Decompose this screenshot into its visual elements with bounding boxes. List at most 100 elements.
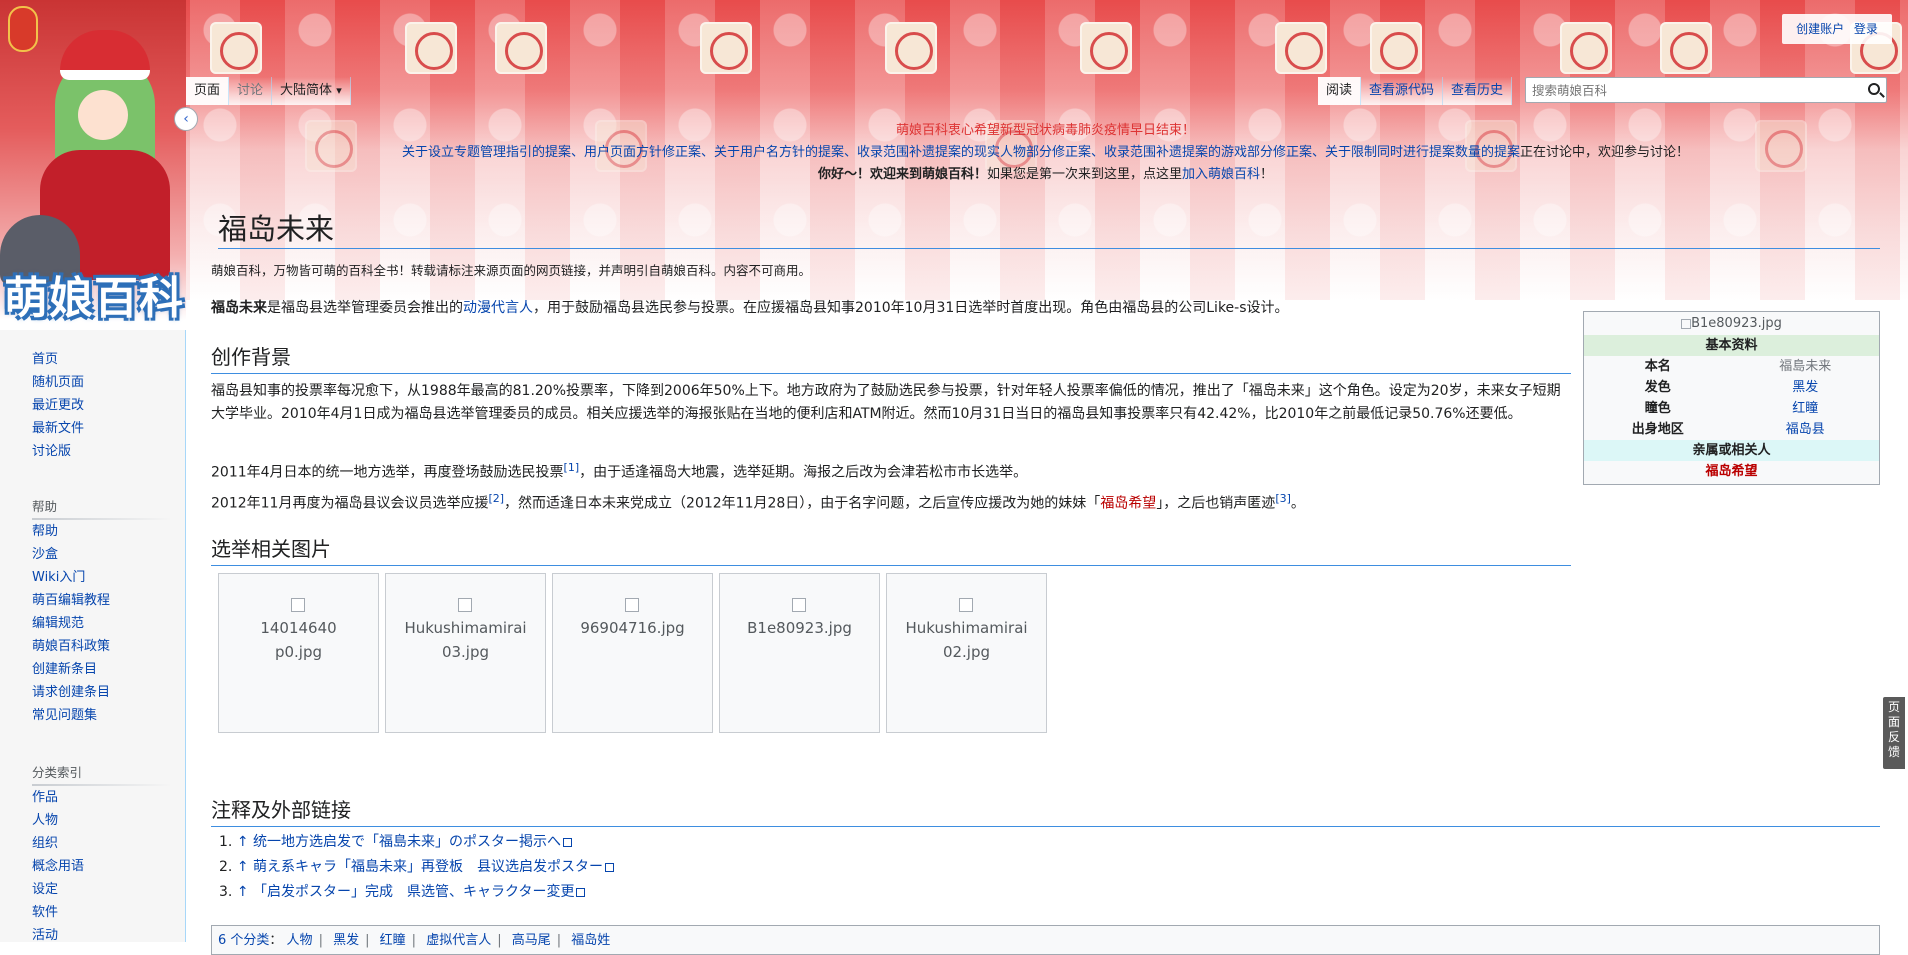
tab-label[interactable]: 查看源代码 xyxy=(1369,83,1434,98)
infobox-value-link[interactable]: 福岛县 xyxy=(1786,422,1825,437)
tab-read[interactable]: 阅读 xyxy=(1318,77,1362,105)
ref-backlink[interactable]: ↑ xyxy=(237,834,249,850)
login-link[interactable]: 登录 xyxy=(1854,22,1878,36)
sidebar-item[interactable]: 最新文件 xyxy=(32,417,186,440)
category-link[interactable]: 高马尾 xyxy=(512,933,551,948)
join-link[interactable]: 加入萌娘百科 xyxy=(1182,167,1260,182)
ref-marker[interactable]: [1] xyxy=(564,461,580,474)
external-link[interactable]: 「启发ポスター」完成 県选管、キャラクター変更 xyxy=(253,884,574,900)
sidebar-item[interactable]: 萌百编辑教程 xyxy=(32,589,186,612)
category-link[interactable]: 黑发 xyxy=(333,933,359,948)
gallery-item[interactable]: Hukushimamirai 02.jpg xyxy=(886,573,1047,733)
category-link[interactable]: 福岛姓 xyxy=(571,933,610,948)
gallery-item[interactable]: Hukushimamirai 03.jpg xyxy=(385,573,546,733)
sidebar-link-random[interactable]: 随机页面 xyxy=(32,375,84,390)
infobox-image[interactable]: B1e80923.jpg xyxy=(1584,312,1879,335)
tab-history[interactable]: 查看历史 xyxy=(1443,77,1513,105)
redlink[interactable]: 福岛希望 xyxy=(1100,496,1156,512)
tab-talk[interactable]: 讨论 xyxy=(229,77,273,105)
category-link[interactable]: 红瞳 xyxy=(380,933,406,948)
create-account-link[interactable]: 创建账户 xyxy=(1796,22,1844,36)
search-box[interactable] xyxy=(1525,77,1887,103)
variant-dropdown[interactable]: 大陆简体 ▾ xyxy=(272,77,351,105)
infobox-relative-link[interactable]: 福岛希望 xyxy=(1584,461,1879,482)
intro-link[interactable]: 动漫代言人 xyxy=(463,300,533,316)
ref-link[interactable]: [3] xyxy=(1275,492,1291,505)
sidebar-link-help[interactable]: 帮助 xyxy=(32,524,58,539)
sidebar-item[interactable]: 软件 xyxy=(32,901,186,924)
sidebar-link-terms[interactable]: 概念用语 xyxy=(32,859,84,874)
site-logo[interactable]: 萌娘百科 xyxy=(0,0,186,324)
sidebar-item[interactable]: 作品 xyxy=(32,786,186,809)
sidebar-link-sandbox[interactable]: 沙盒 xyxy=(32,547,58,562)
sidebar-link-events[interactable]: 活动 xyxy=(32,928,58,943)
tab-page[interactable]: 页面 xyxy=(186,77,230,105)
sidebar-link-recent-changes[interactable]: 最近更改 xyxy=(32,398,84,413)
sidebar-link-forum[interactable]: 讨论版 xyxy=(32,444,71,459)
sidebar-link-create-article[interactable]: 创建新条目 xyxy=(32,662,97,677)
sidebar-link-organizations[interactable]: 组织 xyxy=(32,836,58,851)
ref-link[interactable]: [2] xyxy=(488,492,504,505)
sidebar-link-home[interactable]: 首页 xyxy=(32,352,58,367)
sidebar-link-wiki-intro[interactable]: Wiki入门 xyxy=(32,570,85,585)
gallery-item[interactable]: 14014640 p0.jpg xyxy=(218,573,379,733)
tab-view-source[interactable]: 查看源代码 xyxy=(1361,77,1444,105)
infobox-value-link[interactable]: 黑发 xyxy=(1792,380,1818,395)
sidebar-item[interactable]: 活动 xyxy=(32,924,186,947)
tab-label[interactable]: 查看历史 xyxy=(1451,83,1503,98)
ref-marker[interactable]: [3] xyxy=(1275,492,1291,505)
sidebar-item[interactable]: 常见问题集 xyxy=(32,704,186,727)
gallery-item[interactable]: 96904716.jpg xyxy=(552,573,713,733)
category-link[interactable]: 虚拟代言人 xyxy=(426,933,491,948)
sidebar-link-policy[interactable]: 萌娘百科政策 xyxy=(32,639,110,654)
sidebar-link-settings[interactable]: 设定 xyxy=(32,882,58,897)
search-icon[interactable] xyxy=(1868,83,1880,95)
sidebar-link-new-files[interactable]: 最新文件 xyxy=(32,421,84,436)
gallery-item[interactable]: B1e80923.jpg xyxy=(719,573,880,733)
header-tile xyxy=(495,22,547,74)
sidebar-item[interactable]: 萌娘百科政策 xyxy=(32,635,186,658)
sidebar-item[interactable]: 帮助 xyxy=(32,520,186,543)
ref-backlink[interactable]: ↑ xyxy=(237,884,249,900)
sidebar-link-request-article[interactable]: 请求创建条目 xyxy=(32,685,110,700)
infobox-key: 瞳色 xyxy=(1644,401,1671,416)
ref-link[interactable]: [1] xyxy=(564,461,580,474)
sidebar-link-edit-guidelines[interactable]: 编辑规范 xyxy=(32,616,84,631)
sidebar-item[interactable]: 首页 xyxy=(32,348,186,371)
sidebar-item[interactable]: 组织 xyxy=(32,832,186,855)
sidebar-item[interactable]: 概念用语 xyxy=(32,855,186,878)
sidebar-link-faq[interactable]: 常见问题集 xyxy=(32,708,97,723)
proposal-links[interactable]: 关于设立专题管理指引的提案、用户页面方针修正案、关于用户名方针的提案、收录范围补… xyxy=(402,145,1520,160)
broken-image-icon xyxy=(290,597,305,612)
sidebar-link-software[interactable]: 软件 xyxy=(32,905,58,920)
sidebar-link-edit-tutorial[interactable]: 萌百编辑教程 xyxy=(32,593,110,608)
sidebar-item[interactable]: 最近更改 xyxy=(32,394,186,417)
sidebar-item[interactable]: 编辑规范 xyxy=(32,612,186,635)
sidebar-item[interactable]: 沙盒 xyxy=(32,543,186,566)
sidebar-item[interactable]: 请求创建条目 xyxy=(32,681,186,704)
sidebar-link-characters[interactable]: 人物 xyxy=(32,813,58,828)
intro-bold: 福岛未来 xyxy=(211,300,267,316)
sidebar-item[interactable]: 随机页面 xyxy=(32,371,186,394)
category-count-link[interactable]: 6 个分类 xyxy=(218,933,269,948)
external-link[interactable]: 统一地方选启发で「福島未来」のポスター掲示へ xyxy=(253,834,561,850)
sidebar-category-portal: 分类索引 作品 人物 组织 概念用语 设定 软件 活动 xyxy=(0,762,186,947)
sidebar-collapse-button[interactable]: ‹ xyxy=(174,107,198,131)
category-link[interactable]: 人物 xyxy=(287,933,313,948)
infobox-value: 福島未来 xyxy=(1779,359,1832,374)
feedback-button[interactable]: 页面反馈 xyxy=(1883,697,1905,769)
ref-marker[interactable]: [2] xyxy=(488,492,504,505)
sidebar-item[interactable]: 人物 xyxy=(32,809,186,832)
header-tile xyxy=(1660,22,1712,74)
sidebar-item[interactable]: 讨论版 xyxy=(32,440,186,463)
sidebar-link-works[interactable]: 作品 xyxy=(32,790,58,805)
infobox-row: 发色 黑发 xyxy=(1584,377,1879,398)
infobox-value-link[interactable]: 红瞳 xyxy=(1792,401,1818,416)
search-input[interactable] xyxy=(1526,78,1846,102)
ref-backlink[interactable]: ↑ xyxy=(237,859,249,875)
sidebar-item[interactable]: 创建新条目 xyxy=(32,658,186,681)
external-link[interactable]: 萌え系キャラ「福島未来」再登板 县议选启发ポスター xyxy=(253,859,603,875)
section-heading-references: 注释及外部链接 xyxy=(211,794,1880,827)
sidebar-item[interactable]: Wiki入门 xyxy=(32,566,186,589)
sidebar-item[interactable]: 设定 xyxy=(32,878,186,901)
